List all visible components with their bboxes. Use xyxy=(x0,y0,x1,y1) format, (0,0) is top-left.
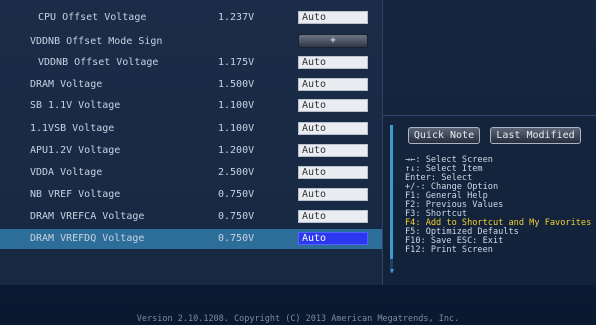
setting-option-field[interactable]: Auto xyxy=(298,122,368,135)
setting-label: DRAM VREFCA Voltage xyxy=(30,211,145,222)
setting-option-field[interactable]: Auto xyxy=(298,56,368,69)
setting-row[interactable]: DRAM Voltage 1.500V Auto xyxy=(0,75,382,95)
setting-row[interactable]: VDDNB Offset Mode Sign + xyxy=(0,32,382,52)
setting-option-field[interactable]: Auto xyxy=(298,166,368,179)
setting-row[interactable]: 1.1VSB Voltage 1.100V Auto xyxy=(0,119,382,139)
setting-current-value: 0.750V xyxy=(218,233,255,244)
setting-current-value: 2.500V xyxy=(218,167,255,178)
setting-row[interactable]: VDDNB Offset Voltage 1.175V Auto xyxy=(0,53,382,73)
setting-current-value: 0.750V xyxy=(218,211,255,222)
setting-option-field[interactable]: Auto xyxy=(298,232,368,245)
setting-label: SB 1.1V Voltage xyxy=(30,100,121,111)
last-modified-button[interactable]: Last Modified xyxy=(490,127,581,144)
setting-current-value: 1.237V xyxy=(218,12,255,23)
settings-panel: CPU Offset Voltage 1.237V Auto VDDNB Offset… xyxy=(0,0,383,285)
setting-label: DRAM VREFDQ Voltage xyxy=(30,233,145,244)
setting-option-field[interactable]: Auto xyxy=(298,188,368,201)
setting-row[interactable]: CPU Offset Voltage 1.237V Auto xyxy=(0,8,382,28)
setting-row[interactable]: DRAM VREFCA Voltage 0.750V Auto xyxy=(0,207,382,227)
setting-label: 1.1VSB Voltage xyxy=(30,123,115,134)
help-line: F12: Print Screen xyxy=(405,245,493,255)
setting-option-button[interactable]: + xyxy=(298,34,368,48)
setting-label: CPU Offset Voltage xyxy=(38,12,147,23)
setting-current-value: 1.200V xyxy=(218,145,255,156)
setting-row[interactable]: APU1.2V Voltage 1.200V Auto xyxy=(0,141,382,161)
setting-option-field[interactable]: Auto xyxy=(298,210,368,223)
scroll-down-arrow-icon[interactable]: ▼ xyxy=(387,266,397,276)
setting-row[interactable]: NB VREF Voltage 0.750V Auto xyxy=(0,185,382,205)
setting-row[interactable]: VDDA Voltage 2.500V Auto xyxy=(0,163,382,183)
help-text: →←: Select Screen ↑↓: Select Item Enter: S… xyxy=(405,156,595,255)
setting-option-field[interactable]: Auto xyxy=(298,11,368,24)
setting-label: VDDNB Offset Voltage xyxy=(38,57,159,68)
side-divider xyxy=(383,115,596,116)
setting-label: VDDNB Offset Mode Sign xyxy=(30,36,163,47)
setting-current-value: 1.100V xyxy=(218,100,255,111)
setting-label: DRAM Voltage xyxy=(30,79,103,90)
setting-current-value: 0.750V xyxy=(218,189,255,200)
setting-label: APU1.2V Voltage xyxy=(30,145,121,156)
footer-copyright: Version 2.10.1208. Copyright (C) 2013 Am… xyxy=(136,314,460,324)
setting-current-value: 1.175V xyxy=(218,57,255,68)
setting-option-field[interactable]: Auto xyxy=(298,99,368,112)
quick-note-button[interactable]: Quick Note xyxy=(408,127,480,144)
scrollbar-thumb[interactable] xyxy=(390,125,393,259)
setting-option-field[interactable]: Auto xyxy=(298,78,368,91)
setting-label: VDDA Voltage xyxy=(30,167,103,178)
setting-option-field[interactable]: Auto xyxy=(298,144,368,157)
setting-label: NB VREF Voltage xyxy=(30,189,121,200)
setting-row[interactable]: SB 1.1V Voltage 1.100V Auto xyxy=(0,96,382,116)
setting-row[interactable]: DRAM VREFDQ Voltage 0.750V Auto xyxy=(0,229,382,249)
setting-current-value: 1.100V xyxy=(218,123,255,134)
setting-current-value: 1.500V xyxy=(218,79,255,90)
